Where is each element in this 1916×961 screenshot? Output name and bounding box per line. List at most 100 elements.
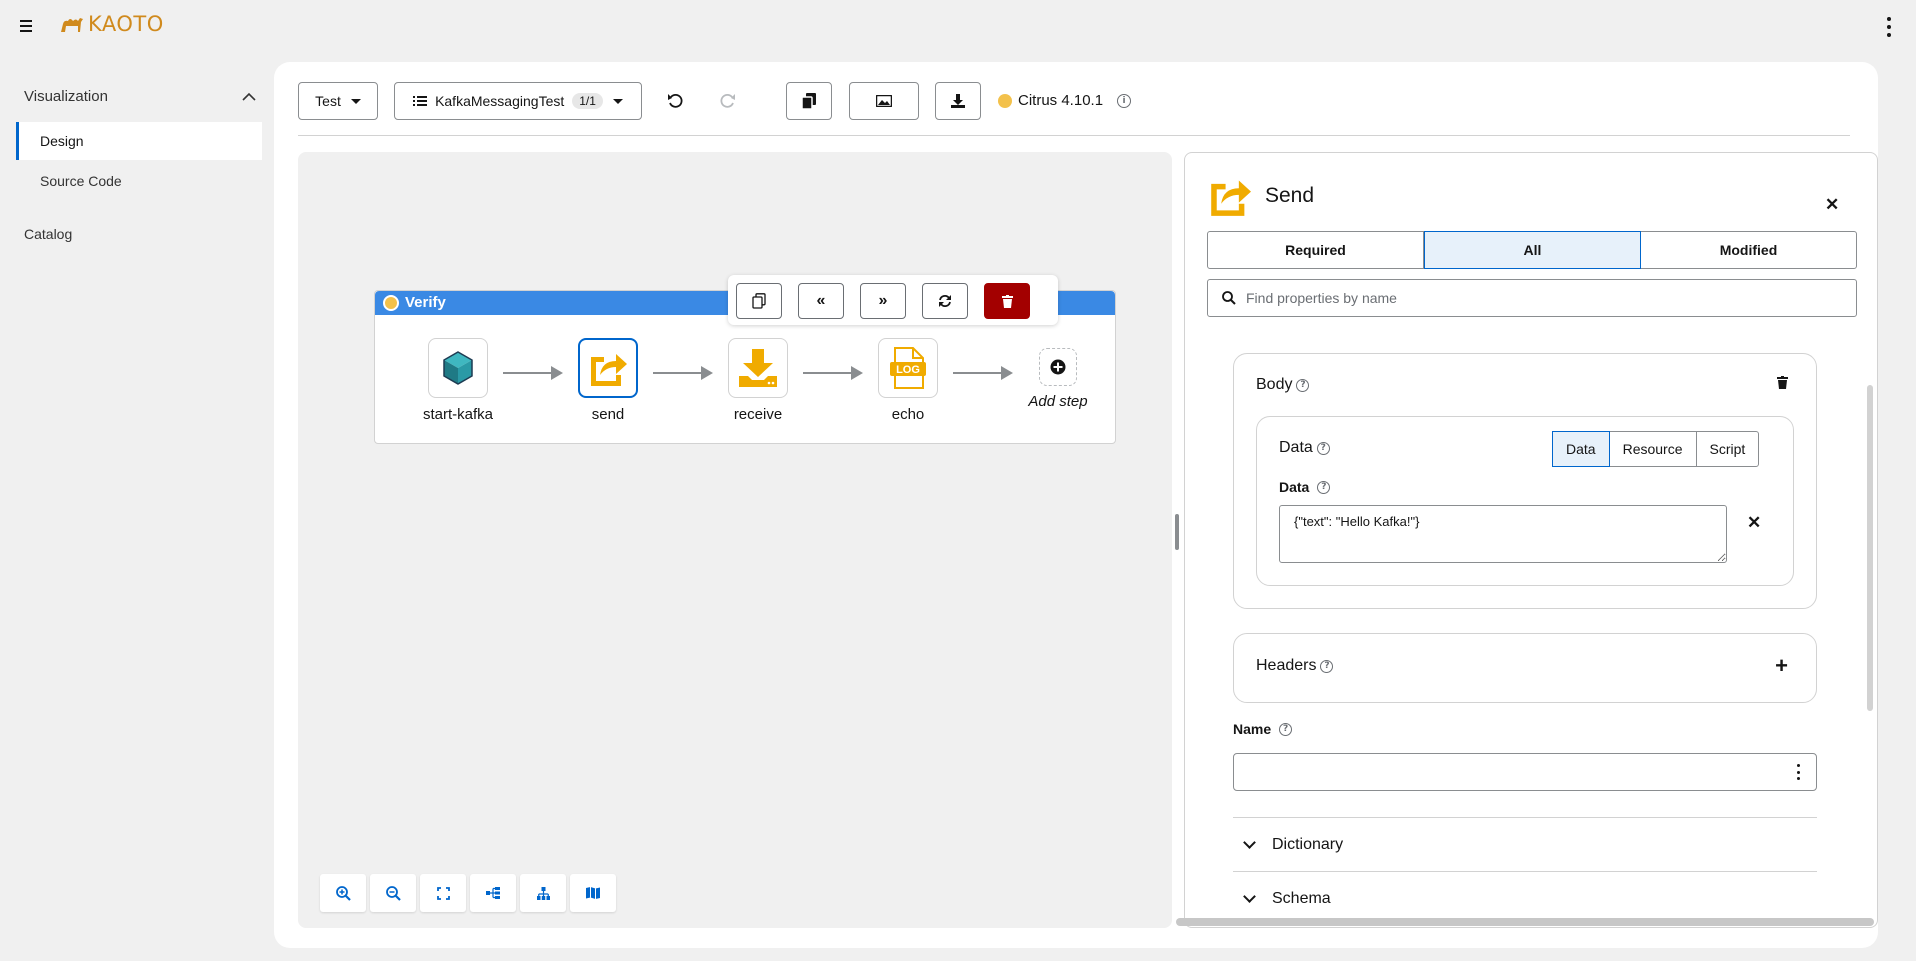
redo-button[interactable] — [709, 82, 747, 120]
toolbar: Test KafkaMessagingTest 1/1 Citrus 4.10.… — [298, 82, 1850, 136]
sidebar-item-label: Design — [40, 133, 84, 149]
type-select[interactable]: Test — [298, 82, 378, 120]
append-icon: » — [878, 292, 888, 309]
legend-button[interactable] — [570, 874, 616, 912]
copy-icon — [752, 293, 766, 309]
route-title: Verify — [383, 294, 446, 311]
legend-icon — [586, 887, 600, 899]
section-schema[interactable]: Schema — [1233, 871, 1817, 925]
step-start-kafka[interactable]: start-kafka — [408, 338, 508, 423]
search-icon — [1222, 291, 1236, 305]
citrus-logo-icon — [998, 93, 1012, 108]
zoom-in-button[interactable] — [320, 874, 366, 912]
delete-body-button[interactable] — [1777, 376, 1788, 392]
runtime-indicator: Citrus 4.10.1 i — [998, 92, 1132, 109]
property-search-input[interactable] — [1246, 290, 1826, 306]
clear-data-button[interactable]: ✕ — [1747, 513, 1761, 533]
step-echo[interactable]: LOG echo — [858, 338, 958, 423]
body-card: Body ? Data ? Data Resource Script Data — [1233, 353, 1817, 609]
append-step-button[interactable]: » — [860, 283, 906, 319]
close-panel-button[interactable]: ✕ — [1825, 195, 1839, 215]
add-step[interactable]: Add step — [1002, 338, 1114, 410]
add-step-label: Add step — [1028, 393, 1088, 410]
tab-modified[interactable]: Modified — [1641, 232, 1856, 268]
edge-arrow — [803, 366, 863, 380]
delete-step-button[interactable] — [984, 283, 1030, 319]
nav-group-label: Visualization — [24, 88, 108, 105]
data-section-title-text: Data — [1279, 439, 1313, 456]
fit-view-button[interactable] — [420, 874, 466, 912]
citrus-route-icon — [383, 294, 399, 311]
trash-icon — [1777, 376, 1788, 389]
step-icon-box[interactable] — [728, 338, 788, 398]
caret-down-icon — [612, 98, 623, 104]
section-title: Schema — [1272, 889, 1331, 907]
node-toolbar: « » — [728, 275, 1058, 325]
step-icon-box[interactable] — [578, 338, 638, 398]
list-icon — [413, 96, 428, 106]
tab-required[interactable]: Required — [1208, 232, 1424, 268]
panel-scrollbar[interactable] — [1867, 385, 1873, 711]
add-header-button[interactable]: + — [1775, 655, 1788, 677]
headers-title: Headers ? — [1256, 657, 1334, 675]
type-select-value: Test — [315, 93, 341, 109]
horizontal-scrollbar[interactable] — [1176, 918, 1874, 926]
step-icon-box[interactable]: LOG — [878, 338, 938, 398]
step-receive[interactable]: receive — [708, 338, 808, 423]
info-icon[interactable]: i — [1117, 93, 1132, 108]
data-textarea[interactable] — [1279, 505, 1727, 563]
toggle-script[interactable]: Script — [1697, 432, 1759, 466]
step-icon-box[interactable] — [428, 338, 488, 398]
download-button[interactable] — [935, 82, 981, 120]
name-options-kebab-icon[interactable] — [1797, 764, 1800, 780]
sidebar-item-catalog[interactable]: Catalog — [24, 226, 72, 242]
edge-arrow — [953, 366, 1013, 380]
prepend-step-button[interactable]: « — [798, 283, 844, 319]
copy-button[interactable] — [786, 82, 832, 120]
horizontal-layout-icon — [486, 887, 500, 899]
panel-header: Send — [1207, 175, 1314, 217]
horizontal-layout-button[interactable] — [470, 874, 516, 912]
app-logo[interactable]: KAOTO — [58, 12, 164, 36]
route-title-text: Verify — [405, 294, 446, 311]
help-icon[interactable]: ? — [1279, 722, 1293, 736]
app-options-kebab-icon[interactable] — [1886, 17, 1892, 37]
step-send[interactable]: send — [558, 338, 658, 423]
nav-group-visualization[interactable]: Visualization — [24, 88, 256, 105]
step-label: echo — [891, 406, 925, 423]
toggle-resource[interactable]: Resource — [1610, 432, 1697, 466]
step-properties-panel: Send ✕ Required All Modified Body ? — [1184, 152, 1878, 928]
help-icon[interactable]: ? — [1296, 378, 1310, 392]
data-field-label-text: Data — [1279, 479, 1310, 495]
svg-text:LOG: LOG — [896, 364, 920, 376]
masthead: KAOTO — [0, 0, 1916, 54]
receive-download-icon — [739, 349, 777, 387]
property-search — [1207, 279, 1857, 317]
vertical-layout-button[interactable] — [520, 874, 566, 912]
help-icon[interactable]: ? — [1320, 659, 1334, 673]
tab-all[interactable]: All — [1424, 231, 1641, 269]
undo-icon — [668, 93, 683, 108]
replace-step-button[interactable] — [922, 283, 968, 319]
vertical-layout-icon — [536, 886, 550, 900]
flow-select[interactable]: KafkaMessagingTest 1/1 — [394, 82, 642, 120]
download-icon — [951, 94, 965, 108]
help-icon[interactable]: ? — [1316, 441, 1330, 455]
panel-resize-handle[interactable] — [1175, 514, 1179, 550]
zoom-out-button[interactable] — [370, 874, 416, 912]
help-icon[interactable]: ? — [1317, 480, 1331, 494]
undo-button[interactable] — [656, 82, 694, 120]
sidebar-item-source-code[interactable]: Source Code — [16, 162, 262, 200]
toggle-data[interactable]: Data — [1552, 431, 1610, 467]
hamburger-menu-icon[interactable] — [18, 17, 36, 35]
duplicate-step-button[interactable] — [736, 283, 782, 319]
add-step-box[interactable] — [1039, 348, 1077, 386]
section-dictionary[interactable]: Dictionary — [1233, 817, 1817, 871]
flow-count-badge: 1/1 — [572, 93, 603, 109]
redo-icon — [720, 93, 735, 108]
export-image-button[interactable] — [849, 82, 919, 120]
name-input[interactable] — [1233, 753, 1817, 791]
sidebar-item-design[interactable]: Design — [16, 122, 262, 160]
canvas[interactable]: Verify start-kafka send receive LOG echo… — [298, 152, 1172, 928]
panel-title: Send — [1265, 184, 1315, 207]
